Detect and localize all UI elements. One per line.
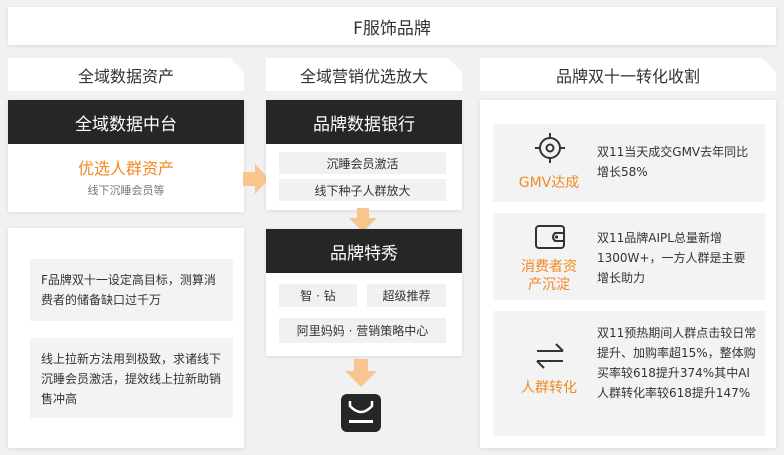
target-icon (535, 133, 565, 163)
result-gmv-label: GMV达成 (518, 175, 580, 191)
show-item-super-recommend: 超级推荐 (367, 284, 446, 307)
heading-conversion: 品牌双十一转化收割 (480, 58, 776, 91)
show-label: 品牌特秀 (330, 243, 398, 264)
show-item-strategy-center: 阿里妈妈 · 营销策略中心 (279, 318, 446, 343)
heading-conversion-label: 品牌双十一转化收割 (555, 66, 700, 86)
shopping-bag-icon (341, 394, 381, 432)
bank-item-reactivate: 沉睡会员激活 (279, 152, 446, 174)
heading-marketing: 全域营销优选放大 (266, 58, 462, 91)
heading-marketing-label: 全域营销优选放大 (299, 66, 428, 86)
result-consumer-assets-label: 消费者资产沉淀 (521, 259, 577, 293)
wallet-icon (535, 225, 565, 249)
flow-arrow-down-2 (345, 359, 377, 387)
note-box-1: F品牌双十一设定高目标，测算消费者的储备缺口过千万 (30, 259, 233, 321)
brand-header: F服饰品牌 (8, 7, 776, 45)
result-crowd-conversion-label: 人群转化 (521, 380, 577, 396)
note-box-2: 线上拉新方法用到极致，求诸线下沉睡会员激活，提效线上拉新助销售冲高 (30, 338, 233, 418)
result-crowd-conversion-text: 双11预热期间人群点击较日常提升、加购率超15%，整体购买率较618提升374%… (597, 326, 757, 400)
exchange-icon (536, 343, 564, 369)
note-text-1: F品牌双十一设定高目标，测算消费者的储备缺口过千万 (41, 273, 216, 307)
show-item-zhizuan: 智 · 钻 (279, 284, 357, 307)
result-gmv-text: 双11当天成交GMV去年同比增长58% (597, 145, 749, 179)
brand-title: F服饰品牌 (353, 18, 431, 39)
bank-bar: 品牌数据银行 (266, 100, 462, 144)
data-platform-bar: 全域数据中台 (8, 100, 244, 144)
bank-label: 品牌数据银行 (313, 114, 415, 135)
result-consumer-assets-text: 双11品牌AIPL总量新增1300W+，一方人群是主要增长助力 (597, 231, 746, 285)
data-platform-label: 全域数据中台 (75, 114, 177, 135)
heading-data-assets-label: 全域数据资产 (77, 66, 174, 86)
bank-item-seed: 线下种子人群放大 (279, 179, 446, 201)
asset-subtitle: 线下沉睡会员等 (87, 184, 165, 197)
result-crowd-conversion: 人群转化 双11预热期间人群点击较日常提升、加购率超15%，整体购买率较618提… (493, 311, 765, 436)
result-gmv: GMV达成 双11当天成交GMV去年同比增长58% (493, 124, 765, 202)
show-bar: 品牌特秀 (266, 229, 462, 273)
result-consumer-assets: 消费者资产沉淀 双11品牌AIPL总量新增1300W+，一方人群是主要增长助力 (493, 213, 765, 300)
heading-data-assets: 全域数据资产 (8, 58, 244, 91)
note-text-2: 线上拉新方法用到极致，求诸线下沉睡会员激活，提效线上拉新助销售冲高 (41, 352, 222, 406)
asset-title: 优选人群资产 (77, 159, 174, 178)
